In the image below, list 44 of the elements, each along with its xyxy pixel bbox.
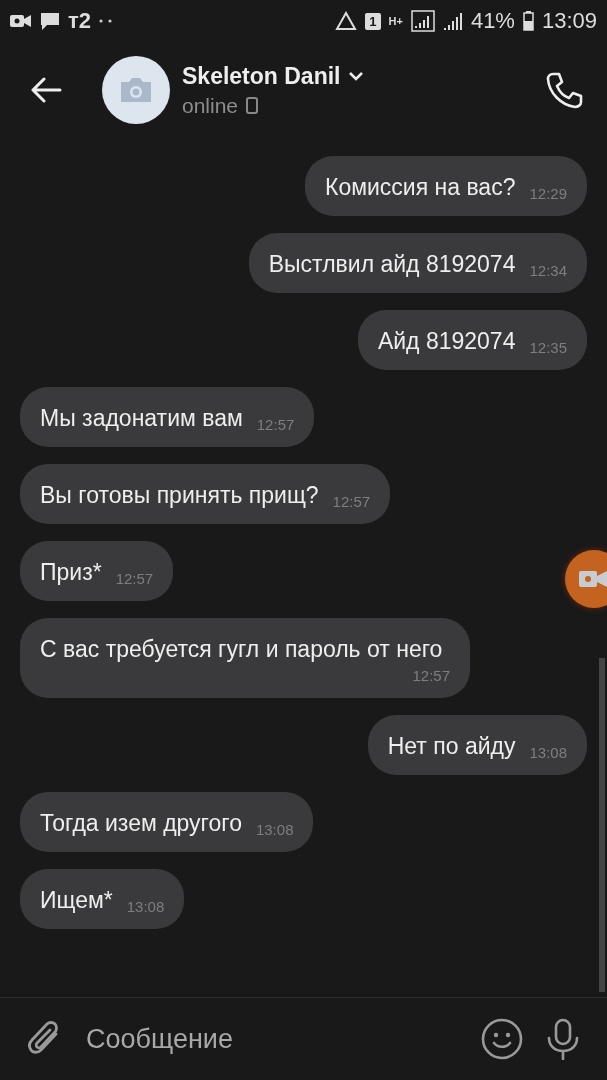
message-time: 12:57 bbox=[115, 569, 154, 589]
message-time: 12:57 bbox=[256, 415, 295, 435]
carrier-label: т2 bbox=[68, 8, 91, 34]
sim-badge: 1 bbox=[365, 12, 381, 30]
phone-call-icon[interactable] bbox=[545, 71, 583, 109]
battery-icon bbox=[522, 11, 534, 31]
camera-icon bbox=[119, 77, 153, 103]
signal-icon bbox=[442, 11, 463, 31]
message-time: 13:08 bbox=[126, 897, 165, 917]
message-text: С вас требуется гугл и пароль от него bbox=[40, 635, 443, 664]
chat-icon bbox=[40, 11, 60, 31]
message-text: Комиссия на вас? bbox=[325, 173, 516, 202]
battery-percent: 41% bbox=[470, 8, 515, 34]
video-camera-icon bbox=[10, 13, 32, 29]
phone-device-icon bbox=[246, 97, 259, 114]
clock: 13:09 bbox=[541, 8, 597, 34]
scrollbar[interactable] bbox=[599, 658, 605, 992]
back-arrow-icon[interactable] bbox=[30, 77, 62, 103]
chevron-down-icon[interactable] bbox=[348, 71, 365, 81]
signal-icon bbox=[410, 10, 435, 32]
message-text: Нет по айду bbox=[387, 732, 516, 761]
message-time: 13:08 bbox=[255, 820, 294, 840]
video-camera-icon bbox=[579, 569, 607, 589]
message-time: 12:34 bbox=[529, 261, 567, 281]
message-time: 12:57 bbox=[412, 666, 450, 686]
message-text: Айд 8192074 bbox=[377, 327, 516, 356]
more-dots-icon bbox=[99, 19, 113, 23]
message-text: Вы готовы принять прищ? bbox=[40, 481, 319, 510]
emoji-icon[interactable] bbox=[481, 1018, 523, 1060]
online-status: online bbox=[182, 93, 239, 118]
message-input[interactable]: Сообщение bbox=[84, 1022, 459, 1056]
message-time: 12:35 bbox=[529, 338, 567, 358]
message-text: Мы задонатим вам bbox=[40, 404, 243, 433]
message-text: Тогда изем другого bbox=[40, 809, 242, 838]
message-text: Ищем* bbox=[40, 886, 113, 915]
video-call-button[interactable] bbox=[565, 550, 607, 608]
microphone-icon[interactable] bbox=[545, 1018, 581, 1060]
message-text: Выстлвил айд 8192074 bbox=[268, 250, 516, 279]
contact-name[interactable]: Skeleton Danil bbox=[182, 62, 341, 90]
message-time: 13:08 bbox=[529, 743, 567, 763]
message-time: 12:29 bbox=[529, 184, 567, 204]
message-time: 12:57 bbox=[332, 492, 371, 512]
message-text: Приз* bbox=[40, 558, 102, 587]
network-type-label: H+ bbox=[388, 15, 403, 27]
